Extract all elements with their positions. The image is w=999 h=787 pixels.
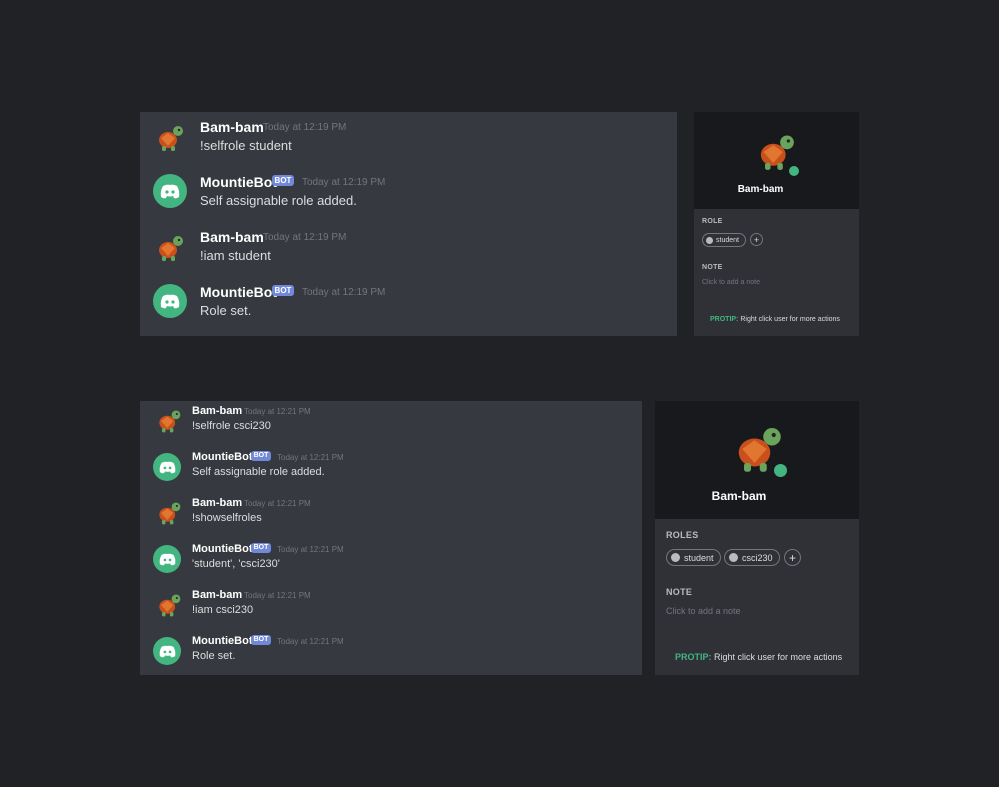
online-status-icon [789, 166, 799, 176]
message-timestamp: Today at 12:19 PM [302, 287, 386, 298]
role-name: student [716, 236, 739, 244]
turtle-avatar-icon[interactable] [155, 591, 183, 619]
role-color-dot [706, 236, 713, 244]
role-color-dot [729, 553, 738, 562]
discord-logo-icon[interactable] [153, 545, 181, 573]
note-input[interactable]: Click to add a note [666, 606, 741, 616]
message-author[interactable]: Bam-bam [200, 229, 264, 245]
discord-logo-icon[interactable] [153, 174, 187, 208]
bot-tag: BOT [251, 451, 271, 461]
chat-panel-top: Bam-bam Today at 12:19 PM !selfrole stud… [140, 112, 677, 336]
roles-heading: ROLES [666, 530, 699, 540]
protip-label: PROTIP: [675, 652, 712, 662]
message-author[interactable]: Bam-bam [192, 497, 242, 509]
note-heading: NOTE [702, 264, 723, 271]
message-text: Role set. [200, 303, 252, 318]
turtle-avatar-icon[interactable] [154, 232, 186, 264]
roles-heading: ROLE [702, 218, 723, 225]
message-author[interactable]: Bam-bam [192, 405, 242, 417]
message-timestamp: Today at 12:21 PM [244, 591, 311, 600]
turtle-avatar-icon[interactable] [155, 499, 183, 527]
discord-logo-icon[interactable] [153, 637, 181, 665]
role-name: csci230 [742, 552, 773, 563]
profile-username: Bam-bam [711, 489, 767, 503]
user-profile-popout: Bam-bam ROLES student csci230 + NOTE Cli… [655, 401, 859, 675]
message-timestamp: Today at 12:21 PM [277, 545, 344, 554]
message-author[interactable]: MountieBot [192, 543, 252, 555]
message-item: Bam-bam Today at 12:19 PM !selfrole stud… [140, 112, 677, 167]
message-author[interactable]: Bam-bam [192, 589, 242, 601]
message-timestamp: Today at 12:21 PM [277, 453, 344, 462]
message-text: !selfrole student [200, 138, 292, 153]
role-pill-student[interactable]: student [702, 233, 746, 247]
role-color-dot [671, 553, 680, 562]
bot-tag: BOT [272, 285, 294, 296]
protip-text: PROTIP: Right click user for more action… [675, 652, 842, 662]
message-text: Self assignable role added. [192, 466, 325, 478]
role-name: student [684, 552, 714, 563]
role-pill-student[interactable]: student [666, 549, 721, 566]
bot-tag: BOT [272, 175, 294, 186]
message-timestamp: Today at 12:21 PM [277, 637, 344, 646]
message-timestamp: Today at 12:21 PM [244, 407, 311, 416]
message-text: !showselfroles [192, 512, 262, 524]
note-input[interactable]: Click to add a note [702, 279, 760, 286]
discord-logo-icon[interactable] [153, 453, 181, 481]
message-text: !iam csci230 [192, 604, 254, 616]
turtle-avatar-icon[interactable] [155, 407, 183, 435]
message-timestamp: Today at 12:19 PM [302, 177, 386, 188]
message-author[interactable]: MountieBot [192, 451, 252, 463]
message-text: !selfrole csci230 [192, 420, 271, 432]
message-text: !iam student [200, 248, 271, 263]
message-timestamp: Today at 12:19 PM [263, 122, 347, 133]
turtle-avatar-icon[interactable] [154, 122, 186, 154]
message-author[interactable]: MountieBot [200, 174, 277, 190]
message-author[interactable]: MountieBot [200, 284, 277, 300]
add-role-button[interactable]: + [750, 233, 763, 246]
bot-tag: BOT [251, 635, 271, 645]
profile-body: ROLES student csci230 + NOTE Click to ad… [655, 519, 859, 675]
protip-message: Right click user for more actions [740, 316, 840, 323]
message-item: MountieBot BOT Today at 12:19 PM Self as… [140, 167, 677, 222]
protip-text: PROTIP: Right click user for more action… [710, 316, 840, 323]
user-profile-popout: Bam-bam ROLE student + NOTE Click to add… [694, 112, 859, 336]
message-item: Bam-bam Today at 12:21 PM !showselfroles [140, 493, 642, 539]
profile-username: Bam-bam [737, 184, 784, 195]
message-text: Self assignable role added. [200, 193, 357, 208]
add-role-button[interactable]: + [784, 549, 801, 566]
message-item: Bam-bam Today at 12:21 PM !selfrole csci… [140, 401, 642, 447]
message-text: 'student', 'csci230' [192, 558, 280, 570]
profile-body: ROLE student + NOTE Click to add a note … [694, 209, 859, 336]
protip-message: Right click user for more actions [714, 652, 843, 662]
message-item: MountieBot BOT Today at 12:21 PM Role se… [140, 631, 642, 675]
protip-label: PROTIP: [710, 316, 739, 323]
message-timestamp: Today at 12:21 PM [244, 499, 311, 508]
bot-tag: BOT [251, 543, 271, 553]
message-item: MountieBot BOT Today at 12:21 PM 'studen… [140, 539, 642, 585]
message-item: Bam-bam Today at 12:19 PM !iam student [140, 222, 677, 277]
online-status-icon [774, 464, 787, 477]
message-author[interactable]: MountieBot [192, 635, 252, 647]
chat-panel-bottom: Bam-bam Today at 12:21 PM !selfrole csci… [140, 401, 642, 675]
role-pill-csci230[interactable]: csci230 [724, 549, 780, 566]
message-author[interactable]: Bam-bam [200, 119, 264, 135]
note-heading: NOTE [666, 587, 693, 597]
message-item: MountieBot BOT Today at 12:19 PM Role se… [140, 277, 677, 332]
message-item: MountieBot BOT Today at 12:21 PM Self as… [140, 447, 642, 493]
message-timestamp: Today at 12:19 PM [263, 232, 347, 243]
message-item: Bam-bam Today at 12:21 PM !iam csci230 [140, 585, 642, 631]
message-text: Role set. [192, 650, 236, 662]
discord-logo-icon[interactable] [153, 284, 187, 318]
